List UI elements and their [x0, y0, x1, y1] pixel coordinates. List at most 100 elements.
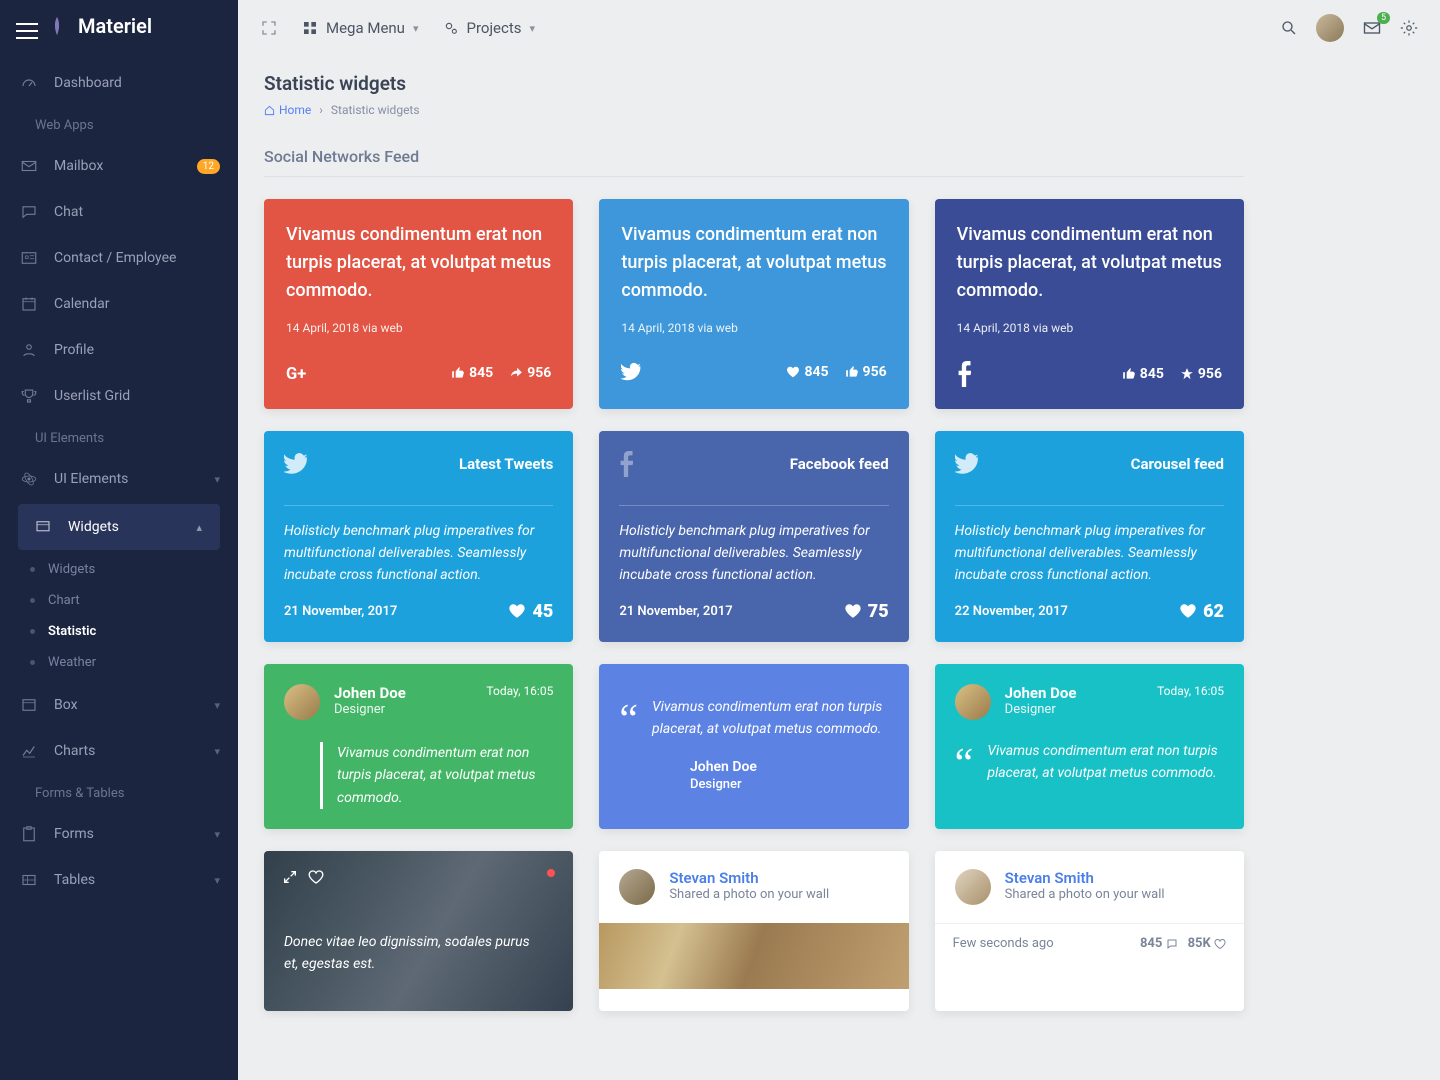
heart-count[interactable]: 75	[844, 601, 889, 622]
id-icon	[20, 249, 38, 267]
text: Holisticly benchmark plug imperatives fo…	[955, 505, 1224, 587]
sub-weather[interactable]: Weather	[0, 647, 238, 678]
breadcrumb: Home › Statistic widgets	[264, 103, 1244, 117]
name[interactable]: Stevan Smith	[669, 869, 829, 887]
profile-quote-card: Johen Doe Designer Today, 16:05 Vivamus …	[264, 664, 573, 829]
count-2[interactable]: 85K	[1188, 936, 1226, 951]
stars[interactable]: 956	[1180, 366, 1222, 382]
heart-count[interactable]: 45	[508, 601, 553, 622]
label: Chat	[54, 204, 83, 220]
heart-icon	[1214, 938, 1226, 950]
date: 21 November, 2017	[619, 604, 732, 619]
card-date: 14 April, 2018 via web	[286, 321, 551, 335]
shares[interactable]: 956	[509, 365, 551, 381]
facebook-icon	[957, 361, 971, 387]
svg-text:G+: G+	[286, 365, 306, 384]
chevron-down-icon: ▾	[413, 22, 419, 35]
role: Designer	[334, 702, 406, 717]
chevron-down-icon: ▾	[214, 699, 220, 712]
sidebar-item-calendar[interactable]: Calendar	[0, 281, 238, 327]
sidebar-item-dashboard[interactable]: Dashboard	[0, 60, 238, 106]
timestamp: Today, 16:05	[486, 684, 553, 720]
sub: Shared a photo on your wall	[669, 887, 829, 902]
sidebar-item-box[interactable]: Box ▾	[0, 682, 238, 728]
avatar	[284, 684, 320, 720]
google-plus-card: Vivamus condimentum erat non turpis plac…	[264, 199, 573, 409]
crumb-home[interactable]: Home	[264, 103, 311, 117]
calendar-icon	[20, 295, 38, 313]
heart-icon[interactable]	[308, 869, 324, 885]
wall-post-card-1: Stevan Smith Shared a photo on your wall	[599, 851, 908, 1011]
sidebar-item-chat[interactable]: Chat	[0, 189, 238, 235]
gear-icon[interactable]	[1400, 19, 1418, 37]
role: Designer	[1005, 702, 1077, 717]
fullscreen-icon[interactable]	[260, 19, 278, 37]
label: Userlist Grid	[54, 388, 130, 404]
name[interactable]: Stevan Smith	[1005, 869, 1165, 887]
sidebar-item-mailbox[interactable]: Mailbox 12	[0, 143, 238, 189]
expand-icon[interactable]	[282, 869, 298, 885]
sidebar-item-userlist[interactable]: Userlist Grid	[0, 373, 238, 419]
section-social-heading: Social Networks Feed	[264, 147, 1244, 177]
twitter-icon	[621, 361, 643, 383]
brand-logo-icon	[46, 15, 68, 37]
sidebar-item-profile[interactable]: Profile	[0, 327, 238, 373]
avatar	[955, 869, 991, 905]
quote: Vivamus condimentum erat non turpis plac…	[652, 692, 889, 741]
projects-button[interactable]: Projects ▾	[443, 19, 536, 37]
mega-menu-button[interactable]: Mega Menu ▾	[302, 19, 419, 37]
chevron-down-icon: ▾	[214, 874, 220, 887]
hamburger-icon[interactable]	[16, 18, 38, 44]
chevron-up-icon: ▴	[196, 521, 202, 534]
time-ago: Few seconds ago	[953, 936, 1054, 951]
heart-count[interactable]: 62	[1179, 601, 1224, 622]
name: Johen Doe	[690, 759, 889, 775]
name: Johen Doe	[334, 684, 406, 702]
search-icon[interactable]	[1280, 19, 1298, 37]
label: Contact / Employee	[54, 250, 176, 266]
card-date: 14 April, 2018 via web	[621, 321, 886, 335]
messages-button[interactable]: 5	[1362, 18, 1382, 39]
user-avatar[interactable]	[1316, 14, 1344, 42]
label: Calendar	[54, 296, 110, 312]
count-1[interactable]: 845	[1140, 936, 1178, 951]
label: Box	[54, 697, 78, 713]
sub-widgets[interactable]: Widgets	[0, 554, 238, 585]
card-body: Vivamus condimentum erat non turpis plac…	[621, 221, 886, 305]
likes[interactable]: 845	[786, 364, 828, 380]
label: Mega Menu	[326, 19, 405, 37]
quote: Vivamus condimentum erat non turpis plac…	[320, 742, 553, 809]
topbar: Mega Menu ▾ Projects ▾ 5	[238, 0, 1440, 56]
sidebar-item-tables[interactable]: Tables ▾	[0, 857, 238, 903]
trophy-icon	[20, 387, 38, 405]
sidebar-item-widgets[interactable]: Widgets ▴	[18, 504, 220, 550]
label: Forms	[54, 826, 94, 842]
sub-statistic[interactable]: Statistic	[0, 616, 238, 647]
sidebar-item-forms[interactable]: Forms ▾	[0, 811, 238, 857]
likes[interactable]: 845	[451, 365, 493, 381]
likes[interactable]: 845	[1122, 366, 1164, 382]
clipboard-icon	[20, 825, 38, 843]
sidebar-item-charts[interactable]: Charts ▾	[0, 728, 238, 774]
google-plus-icon: G+	[286, 361, 316, 385]
quote-icon: “	[955, 756, 974, 805]
sidebar-item-contact[interactable]: Contact / Employee	[0, 235, 238, 281]
atom-icon	[20, 470, 38, 488]
grid-icon	[302, 20, 318, 36]
separator: ›	[319, 103, 323, 117]
retweets[interactable]: 956	[845, 364, 887, 380]
shared-photo[interactable]	[599, 923, 908, 989]
image-caption-card: Donec vitae leo dignissim, sodales purus…	[264, 851, 573, 1011]
date: 21 November, 2017	[284, 604, 397, 619]
sub: Shared a photo on your wall	[1005, 887, 1165, 902]
table-icon	[20, 871, 38, 889]
sidebar-item-ui-elements[interactable]: UI Elements ▾	[0, 456, 238, 502]
page-title: Statistic widgets	[264, 72, 1244, 95]
text: Holisticly benchmark plug imperatives fo…	[619, 505, 888, 587]
quote: Vivamus condimentum erat non turpis plac…	[987, 736, 1224, 785]
text: Holisticly benchmark plug imperatives fo…	[284, 505, 553, 587]
twitter-icon	[955, 451, 981, 477]
envelope-icon	[20, 157, 38, 175]
teal-quote-card: Johen Doe Designer Today, 16:05 “ Vivamu…	[935, 664, 1244, 829]
sub-chart[interactable]: Chart	[0, 585, 238, 616]
